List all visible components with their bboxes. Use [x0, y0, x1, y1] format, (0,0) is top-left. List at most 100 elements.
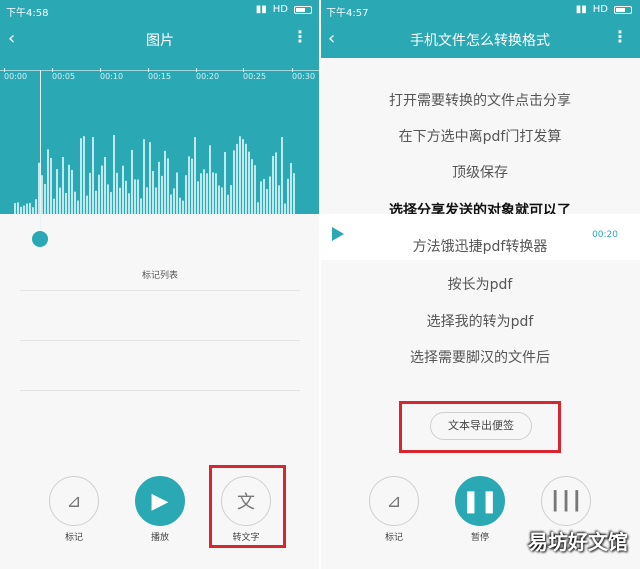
waveform-button[interactable]: ┃┃┃ [540, 476, 592, 526]
waveform-bar [128, 193, 130, 214]
waveform-bar [182, 200, 184, 214]
divider [20, 390, 300, 391]
waveform-bar [197, 181, 199, 214]
waveform-bar [41, 175, 43, 214]
waveform-bar [50, 157, 52, 214]
waveform-bar [170, 194, 172, 214]
mark-button[interactable]: ⊿ 标记 [368, 476, 420, 543]
divider [20, 290, 300, 291]
waveform-bar [254, 165, 256, 214]
waveform-bar [236, 143, 238, 214]
waveform-bar [284, 203, 286, 214]
waveform-bar [287, 178, 289, 214]
waveform-bar [26, 203, 28, 214]
waveform-bar [266, 188, 268, 214]
timeline-tick: 00:15 [148, 68, 172, 81]
timeline-tick: 00:00 [4, 68, 28, 81]
play-label: 播放 [150, 533, 169, 543]
transcript-line: 按长为pdf [447, 277, 513, 293]
waveform-bars [14, 135, 295, 214]
transcript-line: 方法饿迅捷pdf转换器 [412, 239, 548, 255]
waveform-bar [218, 185, 220, 214]
waveform-bar [35, 199, 37, 214]
waveform-bar [158, 161, 160, 214]
network-label: HD [272, 4, 288, 15]
waveform-bar [245, 143, 247, 214]
waveform-bar [23, 205, 25, 214]
waveform-bar [242, 139, 244, 214]
waveform-bar [137, 179, 139, 214]
waveform-bar [293, 173, 295, 214]
waveform-bar [191, 158, 193, 214]
waveform-bar [77, 200, 79, 214]
status-bar: 下午4:58 ▮▮ HD [0, 0, 320, 20]
play-button[interactable]: ▶ 播放 [134, 476, 186, 543]
waveform-bar [281, 137, 283, 214]
page-title: 图片 [146, 33, 174, 49]
status-time: 下午4:58 [6, 8, 49, 19]
waveform-bar [32, 207, 34, 214]
waveform-area[interactable]: 00:00 00:05 00:10 00:15 00:20 00:25 00:3… [0, 58, 320, 214]
waveform-bar [14, 203, 16, 214]
transcript-line: 打开需要转换的文件点击分享 [389, 93, 571, 109]
waveform-bar [224, 151, 226, 214]
panel-divider [319, 0, 321, 569]
waveform-bar [140, 198, 142, 214]
playhead-handle[interactable] [32, 231, 48, 247]
waveform-bar [161, 175, 163, 214]
pause-label: 暂停 [470, 533, 489, 543]
page-title: 手机文件怎么转换格式 [410, 33, 550, 49]
waveform-bar [104, 156, 106, 214]
waveform-bar [131, 149, 133, 214]
timeline: 00:00 00:05 00:10 00:15 00:20 00:25 00:3… [0, 66, 320, 86]
waveform-bar [74, 191, 76, 214]
status-time: 下午4:57 [326, 8, 369, 19]
highlight-box [399, 401, 561, 453]
recorder-panel: 下午4:58 ▮▮ HD ‹ 图片 ⋮ 00:00 00:05 00:10 00… [0, 0, 320, 569]
waveform-bar [215, 173, 217, 214]
waveform-bar [101, 165, 103, 214]
battery-icon [614, 5, 632, 14]
timeline-tick: 00:10 [100, 68, 124, 81]
waveform-bar [173, 188, 175, 214]
more-options-icon[interactable]: ⋮ [292, 29, 308, 45]
waveform-bar [107, 184, 109, 214]
waveform-bar [257, 202, 259, 214]
waveform-bar [212, 172, 214, 214]
waveform-bar [194, 137, 196, 214]
waveform-bar [56, 169, 58, 214]
waveform-bar [62, 156, 64, 214]
waveform-bar [209, 145, 211, 214]
timeline-tick: 00:25 [243, 68, 267, 81]
waveform-bar [92, 137, 94, 214]
waveform-bar [17, 202, 19, 214]
waveform-bar [203, 169, 205, 214]
waveform-bar [146, 187, 148, 214]
waveform-bar [269, 176, 271, 214]
waveform-bar [176, 172, 178, 214]
timeline-tick: 00:30 [292, 68, 316, 81]
waveform-bar [83, 136, 85, 214]
waveform-bar [248, 151, 250, 214]
waveform-bar [71, 169, 73, 214]
transcript-line: 在下方选中离pdf门打发算 [398, 129, 562, 145]
waveform-bar [20, 206, 22, 214]
playhead-line [40, 70, 41, 238]
more-options-icon[interactable]: ⋮ [612, 29, 628, 45]
waveform-bar [221, 187, 223, 214]
flag-icon: ⊿ [369, 476, 419, 526]
waveform-bar [152, 171, 154, 214]
waveform-bar [47, 149, 49, 214]
signal-icon: ▮▮ [255, 4, 267, 15]
pause-button[interactable]: ❚❚ 暂停 [454, 476, 506, 543]
transcript-line: 选择我的转为pdf [426, 314, 534, 330]
waveform-bar [68, 164, 70, 214]
transcript-line: 选择需要脚汉的文件后 [410, 350, 550, 366]
waveform-bar [239, 136, 241, 214]
mark-label: 标记 [384, 533, 403, 543]
mark-button[interactable]: ⊿ 标记 [48, 476, 100, 543]
waveform-bar [29, 202, 31, 214]
waveform-bar [113, 135, 115, 214]
waveform-bar [200, 173, 202, 214]
waveform-bar [125, 180, 127, 214]
